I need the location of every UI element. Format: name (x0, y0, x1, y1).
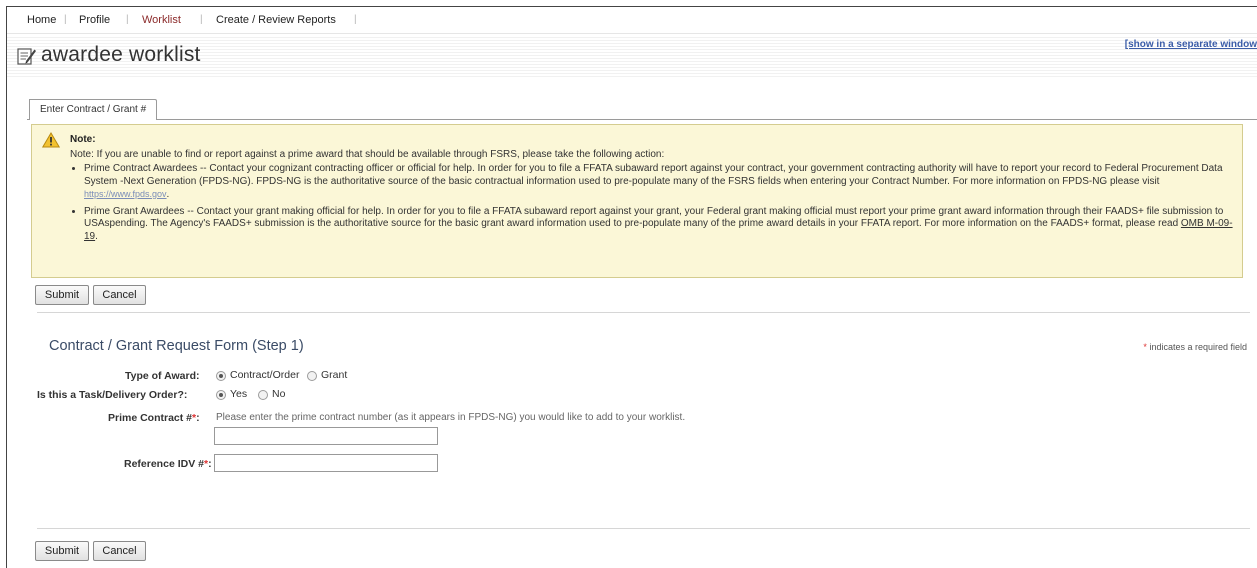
prime-contract-label: Prime Contract #*: (108, 412, 200, 424)
option-grant[interactable]: Grant (321, 369, 347, 381)
radio-grant[interactable] (307, 371, 317, 381)
reference-idv-label: Reference IDV #*: (124, 458, 212, 470)
option-yes[interactable]: Yes (230, 388, 247, 400)
cancel-button-bottom[interactable]: Cancel (93, 541, 146, 561)
nav-create-review-reports[interactable]: Create / Review Reports (216, 7, 336, 33)
nav-separator: | (354, 14, 357, 25)
top-nav: Home | Profile | Worklist | Create / Rev… (7, 7, 1257, 34)
nav-profile[interactable]: Profile (79, 7, 110, 33)
required-note-text: indicates a required field (1146, 342, 1247, 352)
option-no[interactable]: No (272, 388, 285, 400)
note-title: Note: (70, 134, 96, 145)
reference-idv-input[interactable] (214, 454, 438, 472)
nav-separator: | (64, 14, 67, 25)
note-item-text: Prime Grant Awardees -- Contact your gra… (84, 205, 1224, 230)
tab-enter-contract-grant[interactable]: Enter Contract / Grant # (29, 99, 158, 120)
separate-window-link[interactable]: [show in a separate window (1125, 39, 1257, 50)
submit-button[interactable]: Submit (35, 285, 89, 305)
prime-contract-input[interactable] (214, 427, 438, 445)
note-item-text: Prime Contract Awardees -- Contact your … (84, 163, 1223, 187)
label-colon: : (196, 412, 200, 424)
fpds-link[interactable]: https://www.fpds.gov (84, 189, 167, 199)
label-colon: : (208, 458, 212, 470)
note-item-grant: Prime Grant Awardees -- Contact your gra… (84, 206, 1234, 244)
warning-icon (42, 132, 60, 148)
page-title: awardee worklist (41, 43, 201, 66)
nav-worklist[interactable]: Worklist (142, 7, 181, 33)
nav-home[interactable]: Home (27, 7, 56, 33)
type-of-award-label: Type of Award: (125, 370, 200, 382)
task-order-label: Is this a Task/Delivery Order?: (37, 389, 188, 401)
option-contract-order[interactable]: Contract/Order (230, 369, 299, 381)
page-header: awardee worklist [show in a separate win… (7, 35, 1257, 77)
note-item-contract: Prime Contract Awardees -- Contact your … (84, 163, 1234, 202)
note-item-end: . (166, 189, 170, 200)
reference-idv-label-text: Reference IDV # (124, 458, 204, 470)
cancel-button[interactable]: Cancel (93, 285, 146, 305)
divider (37, 312, 1250, 313)
radio-contract-order[interactable] (216, 371, 226, 381)
tab-strip-line (27, 119, 1257, 120)
radio-yes[interactable] (216, 390, 226, 400)
prime-contract-label-text: Prime Contract # (108, 412, 193, 424)
required-note: * indicates a required field (1143, 342, 1247, 352)
nav-separator: | (126, 14, 129, 25)
form-title: Contract / Grant Request Form (Step 1) (49, 338, 304, 354)
note-list: Prime Contract Awardees -- Contact your … (72, 159, 1234, 243)
submit-button-bottom[interactable]: Submit (35, 541, 89, 561)
nav-separator: | (200, 14, 203, 25)
radio-no[interactable] (258, 390, 268, 400)
note-box: Note: Note: If you are unable to find or… (31, 124, 1243, 278)
worklist-icon (17, 48, 36, 65)
divider (37, 528, 1250, 529)
app-frame: Home | Profile | Worklist | Create / Rev… (6, 6, 1257, 568)
note-item-end: . (95, 230, 98, 242)
prime-contract-hint: Please enter the prime contract number (… (216, 412, 686, 423)
